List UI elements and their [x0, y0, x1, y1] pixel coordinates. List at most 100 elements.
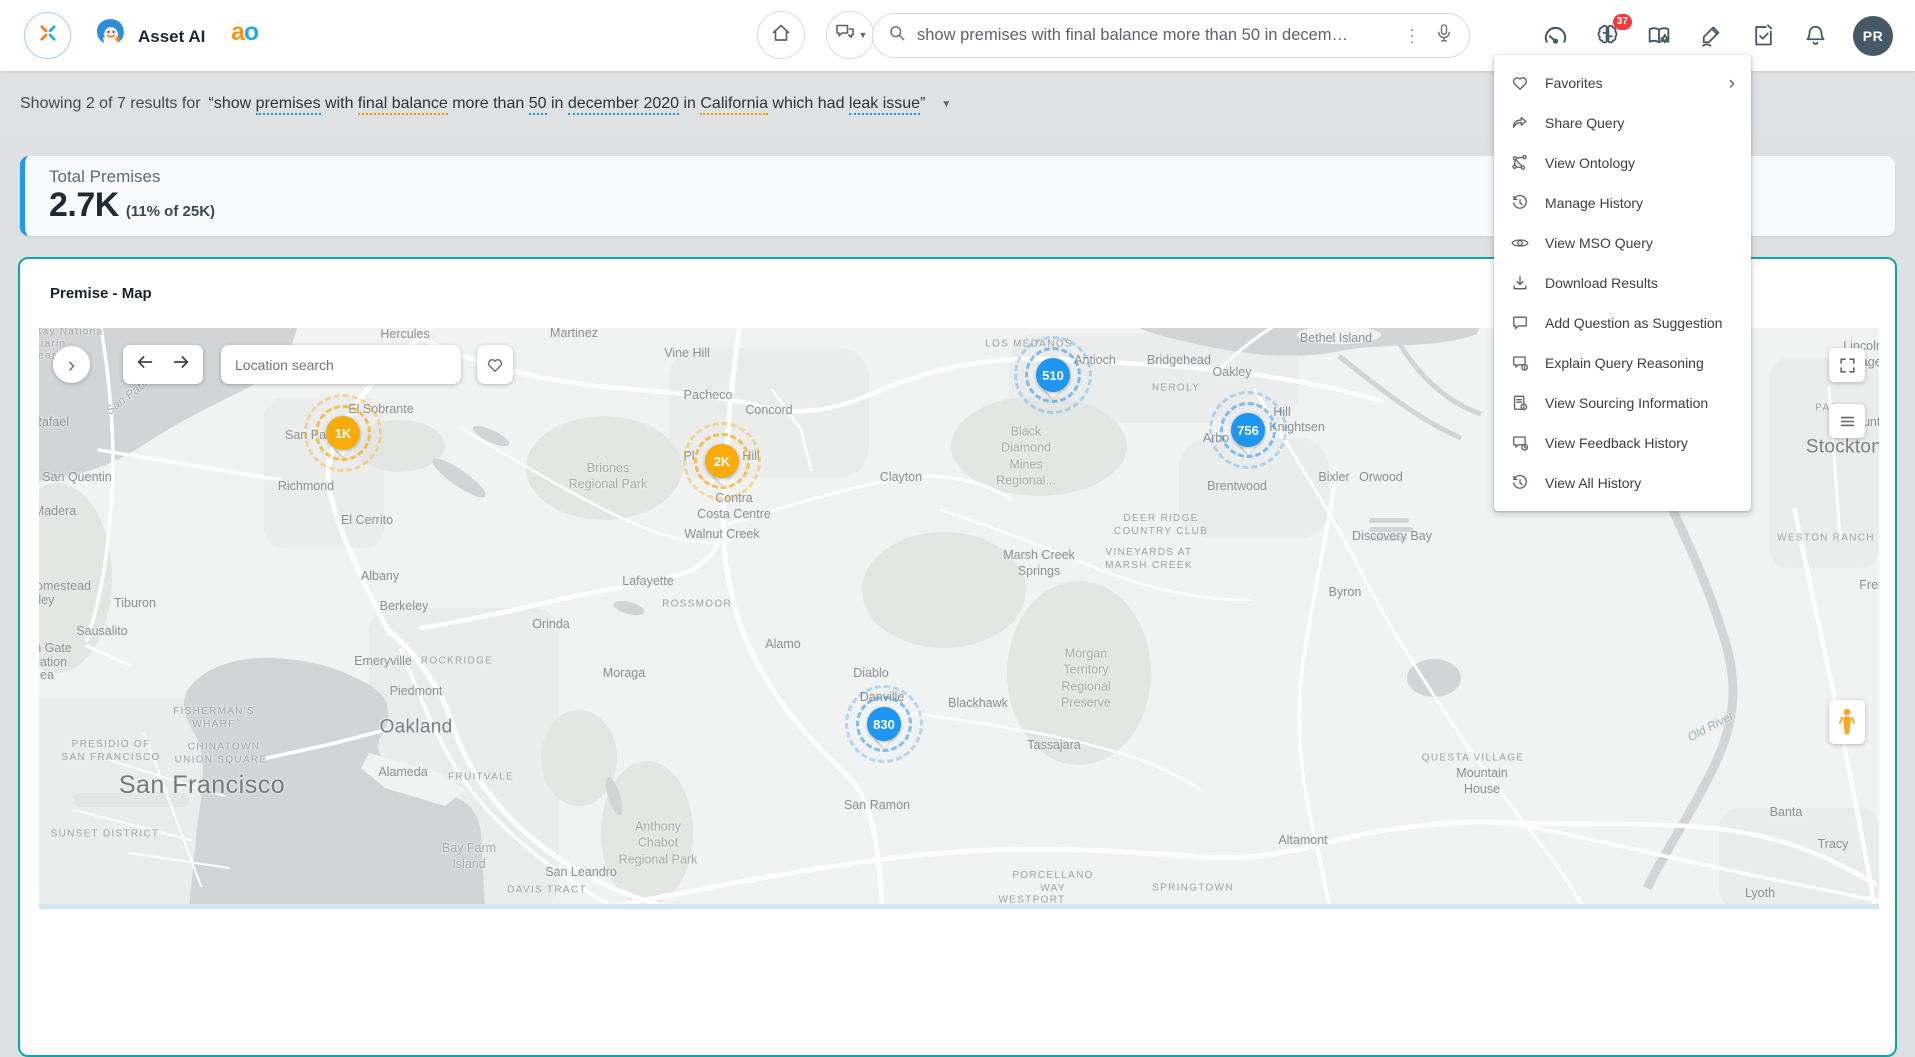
notification-count-badge: 37	[1613, 14, 1632, 30]
menu-item-view-sourcing-information[interactable]: View Sourcing Information	[1494, 383, 1751, 423]
ontology-icon	[1510, 153, 1530, 173]
menu-item-label: Manage History	[1545, 195, 1643, 211]
bell-icon[interactable]	[1801, 22, 1829, 50]
kpi-label: Total Premises	[49, 167, 160, 187]
query-term: California	[700, 95, 768, 115]
back-arrow-icon[interactable]	[134, 351, 156, 378]
results-dropdown-caret[interactable]: ▼	[941, 99, 951, 110]
location-search-input[interactable]	[235, 357, 447, 373]
list-lines-icon	[1838, 412, 1857, 431]
fullscreen-icon	[1838, 356, 1857, 375]
menu-item-label: View Sourcing Information	[1545, 395, 1708, 411]
expand-panel-button[interactable]: ›	[53, 346, 90, 383]
query-term: more than	[448, 95, 529, 112]
menu-item-label: Download Results	[1545, 275, 1658, 291]
menu-item-manage-history[interactable]: Manage History	[1494, 183, 1751, 223]
context-menu-list: Favorites › Share Query View Ontology Manage…	[1494, 63, 1751, 503]
results-prefix: Showing 2 of 7 results for	[20, 95, 201, 113]
home-icon	[769, 21, 793, 50]
heart-icon	[485, 355, 505, 375]
chevron-down-icon: ▼	[859, 30, 868, 40]
query-term: which had	[768, 95, 849, 112]
query-term: show	[214, 95, 256, 112]
kpi-value: 2.7K	[49, 186, 119, 225]
history-icon	[1510, 193, 1530, 213]
tasks-clipboard-icon[interactable]	[1749, 22, 1777, 50]
cluster-count: 510	[1036, 358, 1070, 392]
bottom-strip	[39, 904, 1879, 909]
product-name: Asset AI	[138, 27, 205, 47]
ai-brain-icon[interactable]: 37	[1593, 22, 1621, 50]
heart-icon	[1510, 73, 1530, 93]
query-term: in	[679, 95, 700, 112]
query-text: show premises with final balance more th…	[214, 95, 920, 113]
menu-item-download-results[interactable]: Download Results	[1494, 263, 1751, 303]
annotate-pen-icon[interactable]	[1697, 22, 1725, 50]
map-nav-arrows	[123, 345, 203, 384]
cluster-count: 2K	[705, 444, 739, 478]
menu-item-explain-query-reasoning[interactable]: Explain Query Reasoning	[1494, 343, 1751, 383]
chevron-right-icon: ›	[1729, 74, 1735, 93]
chat-icon	[1510, 313, 1530, 333]
fullscreen-button[interactable]	[1829, 348, 1865, 382]
menu-item-add-question-as-suggestion[interactable]: Add Question as Suggestion	[1494, 303, 1751, 343]
close-quote: ”	[920, 95, 925, 113]
pinwheel-icon	[35, 20, 61, 51]
usage-gauge-icon[interactable]	[1541, 22, 1569, 50]
pegman-icon	[1837, 707, 1857, 737]
menu-item-label: Explain Query Reasoning	[1545, 355, 1704, 371]
home-button[interactable]	[757, 11, 805, 59]
chat-info-icon	[1510, 353, 1530, 373]
user-avatar[interactable]: PR	[1853, 16, 1893, 56]
menu-item-label: View Ontology	[1545, 155, 1635, 171]
menu-item-favorites[interactable]: Favorites ›	[1494, 63, 1751, 103]
menu-item-label: View MSO Query	[1545, 235, 1653, 251]
microphone-icon[interactable]	[1433, 22, 1455, 49]
search-icon	[887, 23, 907, 48]
query-term: leak issue	[849, 95, 920, 115]
query-term: premises	[256, 95, 321, 115]
location-search-box[interactable]	[221, 345, 461, 384]
forward-arrow-icon[interactable]	[170, 351, 192, 378]
map-card-title: Premise - Map	[50, 285, 152, 302]
cluster-count: 756	[1231, 413, 1265, 447]
menu-item-view-all-history[interactable]: View All History	[1494, 463, 1751, 503]
context-menu: Favorites › Share Query View Ontology Manage…	[1494, 55, 1751, 511]
query-term: final balance	[358, 95, 448, 115]
query-term: 50	[529, 95, 547, 115]
menu-item-view-feedback-history[interactable]: View Feedback History	[1494, 423, 1751, 463]
eye-icon	[1510, 233, 1530, 253]
more-options-icon[interactable]: ⋮	[1401, 27, 1423, 45]
menu-item-label: Favorites	[1545, 75, 1603, 91]
menu-item-view-ontology[interactable]: View Ontology	[1494, 143, 1751, 183]
menu-item-label: Share Query	[1545, 115, 1624, 131]
search-input[interactable]	[917, 26, 1391, 45]
query-mode-button[interactable]: ▼	[826, 11, 874, 59]
kpi-subvalue: (11% of 25K)	[126, 203, 215, 220]
history-icon	[1510, 473, 1530, 493]
chat-clock-icon	[1510, 433, 1530, 453]
app-launcher-button[interactable]	[24, 12, 71, 59]
cluster-count: 1K	[326, 416, 360, 450]
product-logo[interactable]: Asset AI	[92, 16, 205, 58]
chat-bubbles-icon	[833, 21, 857, 50]
query-term: with	[321, 95, 358, 112]
download-icon	[1510, 273, 1530, 293]
assistant-avatar-icon	[92, 16, 129, 58]
favorite-location-button[interactable]	[477, 345, 513, 384]
ao-logo: ao	[231, 18, 258, 47]
menu-item-label: View All History	[1545, 475, 1641, 491]
knowledge-book-icon[interactable]	[1645, 22, 1673, 50]
pegman-button[interactable]	[1829, 700, 1865, 744]
query-term: in	[547, 95, 568, 112]
menu-item-share-query[interactable]: Share Query	[1494, 103, 1751, 143]
map-legend-button[interactable]	[1829, 404, 1865, 438]
doc-info-icon	[1510, 393, 1530, 413]
search-bar[interactable]: ⋮	[872, 13, 1470, 58]
menu-item-label: Add Question as Suggestion	[1545, 315, 1722, 331]
menu-item-label: View Feedback History	[1545, 435, 1688, 451]
share-icon	[1510, 113, 1530, 133]
menu-item-view-mso-query[interactable]: View MSO Query	[1494, 223, 1751, 263]
query-term: december 2020	[568, 95, 679, 115]
cluster-count: 830	[867, 707, 901, 741]
